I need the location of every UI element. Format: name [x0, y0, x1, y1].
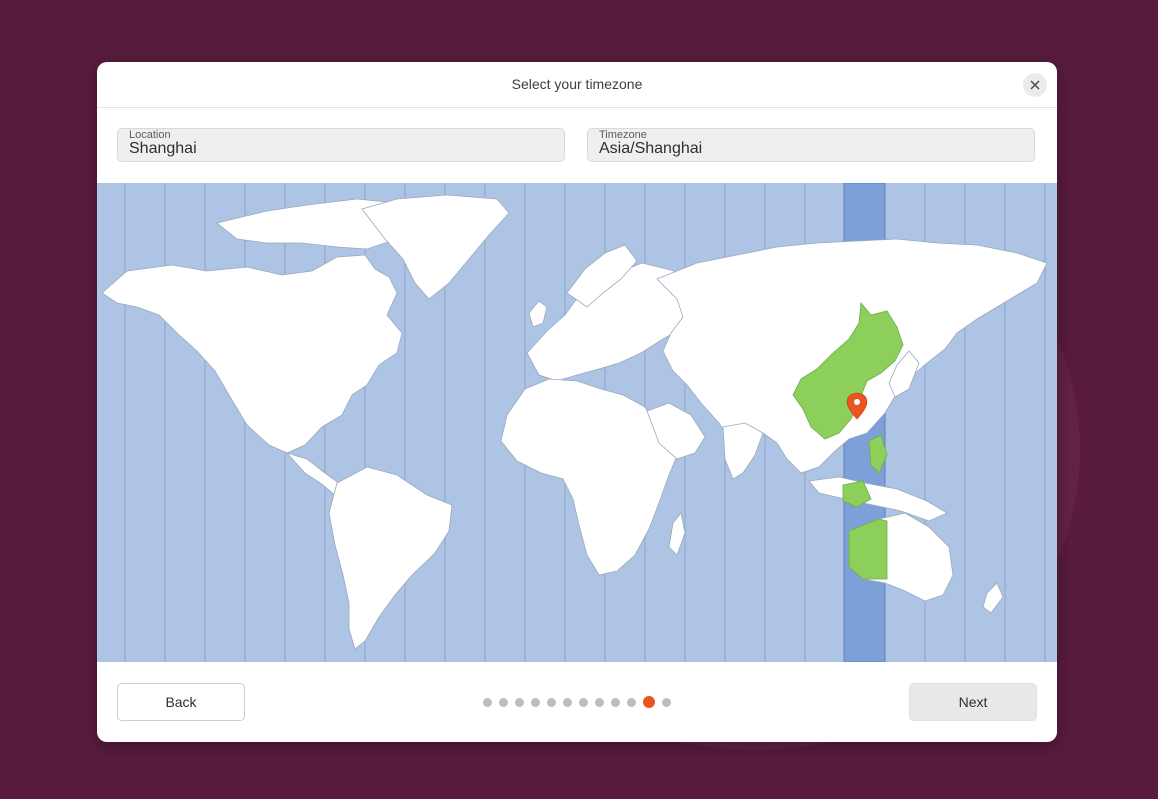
progress-dot [627, 697, 636, 707]
new-zealand [982, 582, 1004, 614]
title-bar: Select your timezone [97, 62, 1057, 108]
progress-dot-current [643, 696, 655, 708]
progress-dot [595, 697, 604, 707]
location-input[interactable] [129, 140, 549, 158]
india [722, 422, 764, 480]
timezone-input[interactable] [599, 140, 1019, 158]
close-button[interactable] [1023, 73, 1047, 97]
timezone-dialog: Select your timezone Location Timezone [97, 62, 1057, 742]
progress-dot [483, 697, 492, 707]
progress-dot [611, 697, 620, 707]
location-field[interactable]: Location [117, 128, 565, 162]
dialog-title: Select your timezone [511, 76, 643, 92]
timezone-map[interactable] [97, 183, 1057, 662]
progress-dot [499, 697, 508, 707]
africa [500, 378, 680, 576]
next-button[interactable]: Next [909, 683, 1037, 721]
progress-dot [515, 697, 524, 707]
madagascar [668, 512, 686, 556]
timezone-field[interactable]: Timezone [587, 128, 1035, 162]
continents [101, 194, 1048, 650]
north-america [101, 254, 403, 454]
close-icon [1030, 80, 1040, 90]
navigation-footer: Back Next [97, 662, 1057, 742]
progress-dot [662, 697, 671, 707]
south-america [328, 466, 453, 650]
progress-dot [531, 697, 540, 707]
progress-dot [547, 697, 556, 707]
british-isles [528, 300, 548, 328]
progress-dot [563, 697, 572, 707]
world-map[interactable] [97, 183, 1057, 662]
progress-dot [579, 697, 588, 707]
